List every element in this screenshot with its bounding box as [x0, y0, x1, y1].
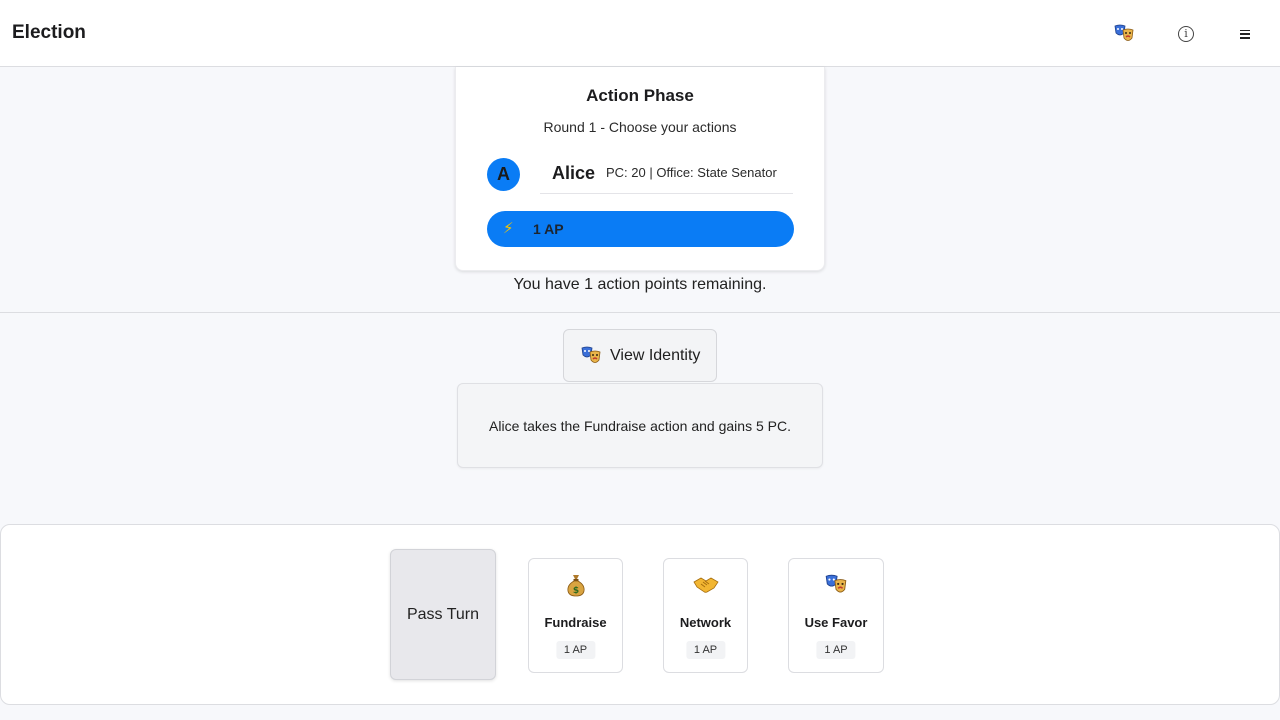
fundraise-action-card[interactable]: $ Fundraise 1 AP	[528, 558, 623, 673]
network-label: Network	[679, 615, 732, 630]
theater-masks-icon	[1114, 24, 1134, 41]
app-header: Election i	[0, 0, 1280, 67]
theater-masks-icon	[581, 346, 601, 363]
info-icon: i	[1178, 26, 1194, 42]
action-points-bar: ⚡ 1 AP	[487, 211, 794, 247]
fundraise-cost: 1 AP	[555, 641, 596, 659]
menu-button[interactable]	[1231, 20, 1259, 48]
view-identity-button[interactable]: View Identity	[563, 329, 717, 382]
phase-title: Action Phase	[586, 86, 694, 105]
action-points-label: 1 AP	[533, 221, 564, 237]
network-cost: 1 AP	[685, 641, 726, 659]
use-favor-cost: 1 AP	[816, 641, 856, 659]
view-identity-label: View Identity	[610, 346, 701, 364]
action-points-remaining: You have 1 action points remaining.	[513, 276, 767, 293]
app-title: Election	[12, 22, 86, 43]
info-button[interactable]: i	[1172, 20, 1200, 48]
divider	[0, 312, 1280, 313]
menu-icon	[1240, 29, 1250, 39]
fundraise-label: Fundraise	[544, 615, 607, 630]
action-phase-card: Action Phase Round 1 - Choose your actio…	[455, 67, 825, 271]
svg-text:$: $	[572, 586, 578, 596]
theater-masks-icon	[825, 574, 847, 593]
player-name: Alice	[552, 163, 596, 183]
action-log: Alice takes the Fundraise action and gai…	[457, 383, 823, 468]
log-message: Alice takes the Fundraise action and gai…	[489, 418, 791, 434]
use-favor-label: Use Favor	[804, 615, 868, 630]
player-info: Alice PC: 20 | Office: State Senator	[540, 156, 793, 194]
pass-turn-button[interactable]: Pass Turn	[390, 549, 496, 680]
use-favor-action-card[interactable]: Use Favor 1 AP	[788, 558, 884, 673]
avatar: A	[487, 158, 520, 191]
player-stats: PC: 20 | Office: State Senator	[606, 165, 777, 180]
identity-header-button[interactable]	[1110, 20, 1138, 48]
lightning-icon: ⚡	[503, 220, 514, 237]
handshake-icon	[692, 577, 719, 593]
money-bag-icon: $	[566, 575, 585, 597]
action-tray: Pass Turn $ Fundraise 1 AP Network 1 AP	[0, 524, 1280, 705]
network-action-card[interactable]: Network 1 AP	[663, 558, 748, 673]
phase-subtitle: Round 1 - Choose your actions	[543, 119, 737, 135]
